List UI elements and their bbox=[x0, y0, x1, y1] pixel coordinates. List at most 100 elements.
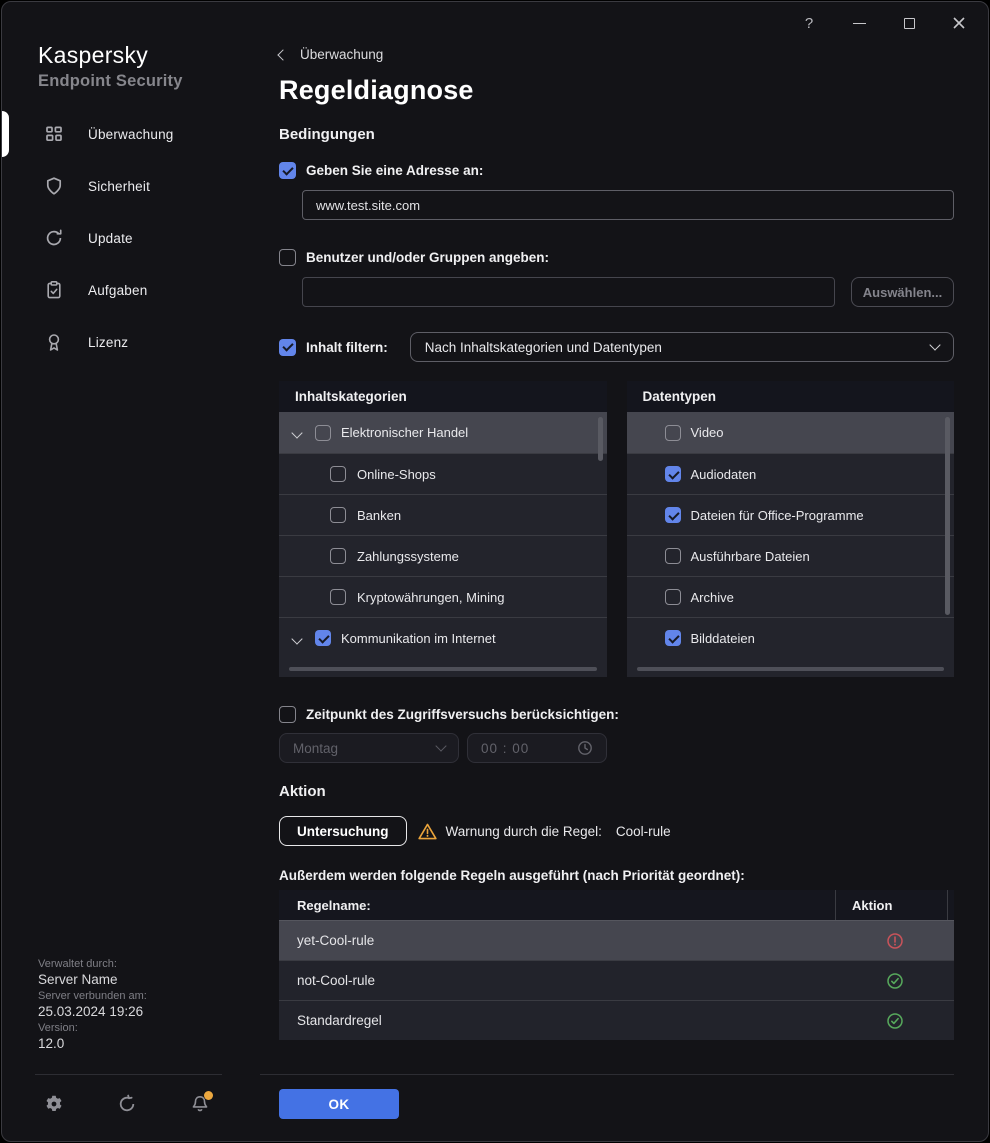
item-checkbox[interactable] bbox=[315, 630, 331, 646]
help-icon[interactable]: ? bbox=[798, 12, 820, 34]
rules-table-header: Regelname: Aktion bbox=[279, 890, 954, 920]
close-icon[interactable] bbox=[948, 12, 970, 34]
categories-header: Inhaltskategorien bbox=[279, 381, 607, 412]
action-heading: Aktion bbox=[279, 783, 954, 800]
app-window: ? Kaspersky Endpoint Security Überwachun… bbox=[1, 1, 989, 1142]
sidebar-item-lizenz[interactable]: Lizenz bbox=[2, 316, 260, 368]
page-title: Regeldiagnose bbox=[279, 75, 954, 106]
datatypes-vscrollbar[interactable] bbox=[945, 417, 950, 615]
main-content: Überwachung Regeldiagnose Bedingungen Ge… bbox=[260, 2, 954, 1040]
users-input-row: Auswählen... bbox=[302, 277, 954, 307]
day-select[interactable]: Montag bbox=[279, 733, 459, 763]
select-users-button[interactable]: Auswählen... bbox=[851, 277, 954, 307]
chevron-down-icon bbox=[435, 740, 446, 751]
version-value: 12.0 bbox=[38, 1036, 147, 1052]
notifications-bell-icon[interactable] bbox=[190, 1094, 210, 1114]
users-checkbox[interactable] bbox=[279, 249, 296, 266]
item-checkbox[interactable] bbox=[665, 630, 681, 646]
settings-gear-icon[interactable] bbox=[44, 1094, 64, 1114]
investigate-button[interactable]: Untersuchung bbox=[279, 816, 407, 846]
content-filter-label: Inhalt filtern: bbox=[306, 340, 388, 355]
item-checkbox[interactable] bbox=[665, 466, 681, 482]
list-item-audiodaten[interactable]: Audiodaten bbox=[627, 453, 955, 494]
sidebar-item-label: Lizenz bbox=[88, 335, 128, 350]
item-checkbox[interactable] bbox=[665, 507, 681, 523]
server-info: Verwaltet durch: Server Name Server verb… bbox=[38, 956, 147, 1052]
list-item-zahlungssysteme[interactable]: Zahlungssysteme bbox=[279, 535, 607, 576]
list-item-bilddateien[interactable]: Bilddateien bbox=[627, 617, 955, 658]
list-item-online-shops[interactable]: Online-Shops bbox=[279, 453, 607, 494]
dashboard-icon bbox=[44, 124, 64, 144]
connected-value: 25.03.2024 19:26 bbox=[38, 1004, 147, 1020]
breadcrumb[interactable]: Überwachung bbox=[279, 47, 383, 62]
item-checkbox[interactable] bbox=[665, 548, 681, 564]
item-checkbox[interactable] bbox=[330, 466, 346, 482]
item-checkbox[interactable] bbox=[665, 589, 681, 605]
list-item-banken[interactable]: Banken bbox=[279, 494, 607, 535]
item-label: Bilddateien bbox=[691, 631, 755, 646]
titlebar-controls: ? bbox=[798, 12, 970, 34]
categories-vscrollbar[interactable] bbox=[598, 417, 603, 461]
conditions-heading: Bedingungen bbox=[279, 126, 954, 143]
brand-logo: Kaspersky Endpoint Security bbox=[38, 42, 183, 91]
item-checkbox[interactable] bbox=[330, 589, 346, 605]
sidebar-item-überwachung[interactable]: Überwachung bbox=[2, 108, 260, 160]
sidebar-item-update[interactable]: Update bbox=[2, 212, 260, 264]
item-checkbox[interactable] bbox=[315, 425, 331, 441]
brand-product: Endpoint Security bbox=[38, 72, 183, 91]
categories-list: Elektronischer Handel Online-Shops Banken Z… bbox=[279, 412, 607, 658]
time-checkbox[interactable] bbox=[279, 706, 296, 723]
chevron-down-icon bbox=[929, 339, 940, 350]
rules-table-body: yet-Cool-rule not-Cool-rule Standardregel bbox=[279, 920, 954, 1040]
list-item-video[interactable]: Video bbox=[627, 412, 955, 453]
maximize-icon[interactable] bbox=[898, 12, 920, 34]
item-label: Elektronischer Handel bbox=[341, 425, 468, 440]
active-indicator bbox=[1, 111, 9, 157]
support-refresh-icon[interactable] bbox=[117, 1094, 137, 1114]
users-input[interactable] bbox=[302, 277, 835, 307]
content-filter-dropdown-value: Nach Inhaltskategorien und Datentypen bbox=[425, 340, 931, 355]
address-checkbox[interactable] bbox=[279, 162, 296, 179]
address-input[interactable] bbox=[302, 190, 954, 220]
item-checkbox[interactable] bbox=[330, 507, 346, 523]
list-item-ausführbare-dateien[interactable]: Ausführbare Dateien bbox=[627, 535, 955, 576]
datatypes-hscrollbar[interactable] bbox=[637, 667, 945, 671]
item-checkbox[interactable] bbox=[665, 425, 681, 441]
status-allowed-icon bbox=[835, 1012, 954, 1030]
minimize-icon[interactable] bbox=[848, 12, 870, 34]
list-item-kryptowährungen-mining[interactable]: Kryptowährungen, Mining bbox=[279, 576, 607, 617]
item-label: Banken bbox=[357, 508, 401, 523]
expander-chevron-icon[interactable] bbox=[293, 425, 301, 440]
users-label: Benutzer und/oder Gruppen angeben: bbox=[306, 250, 549, 265]
award-icon bbox=[44, 332, 64, 352]
rule-name: not-Cool-rule bbox=[279, 973, 835, 988]
rule-name: Standardregel bbox=[279, 1013, 835, 1028]
managed-by-label: Verwaltet durch: bbox=[38, 956, 147, 972]
list-item-kommunikation-im-internet[interactable]: Kommunikation im Internet bbox=[279, 617, 607, 658]
brand-name: Kaspersky bbox=[38, 42, 183, 69]
time-field[interactable]: 00 : 00 bbox=[467, 733, 607, 763]
item-checkbox[interactable] bbox=[330, 548, 346, 564]
list-item-archive[interactable]: Archive bbox=[627, 576, 955, 617]
datatypes-header: Datentypen bbox=[627, 381, 955, 412]
sidebar-item-sicherheit[interactable]: Sicherheit bbox=[2, 160, 260, 212]
table-row-not-cool-rule[interactable]: not-Cool-rule bbox=[279, 960, 954, 1000]
status-allowed-icon bbox=[835, 972, 954, 990]
content-filter-dropdown[interactable]: Nach Inhaltskategorien und Datentypen bbox=[410, 332, 954, 362]
time-controls: Montag 00 : 00 bbox=[279, 733, 954, 763]
warning-triangle-icon bbox=[418, 822, 437, 841]
clipboard-icon bbox=[44, 280, 64, 300]
content-filter-checkbox[interactable] bbox=[279, 339, 296, 356]
warning-rule-name: Cool-rule bbox=[616, 824, 671, 839]
sidebar-item-aufgaben[interactable]: Aufgaben bbox=[2, 264, 260, 316]
table-row-yet-cool-rule[interactable]: yet-Cool-rule bbox=[279, 920, 954, 960]
list-item-elektronischer-handel[interactable]: Elektronischer Handel bbox=[279, 412, 607, 453]
expander-chevron-icon[interactable] bbox=[293, 631, 301, 646]
categories-hscrollbar[interactable] bbox=[289, 667, 597, 671]
ok-button[interactable]: OK bbox=[279, 1089, 399, 1119]
table-row-standardregel[interactable]: Standardregel bbox=[279, 1000, 954, 1040]
sidebar-item-label: Aufgaben bbox=[88, 283, 147, 298]
item-label: Dateien für Office-Programme bbox=[691, 508, 864, 523]
list-item-dateien-für-office-programme[interactable]: Dateien für Office-Programme bbox=[627, 494, 955, 535]
column-action: Aktion bbox=[835, 890, 947, 920]
